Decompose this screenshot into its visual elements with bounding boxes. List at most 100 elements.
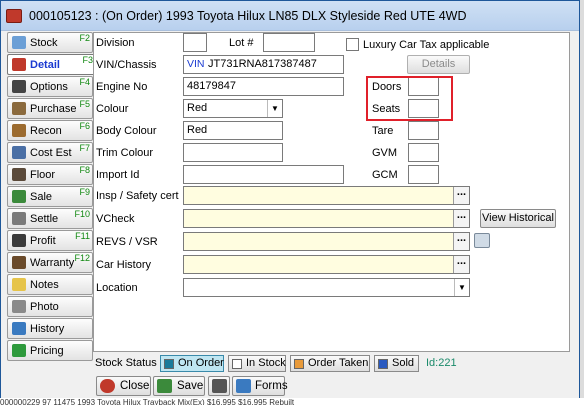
on-order-swatch [164,359,174,369]
ellipsis-button[interactable]: ... [453,233,469,250]
stock-window: 000105123 : (On Order) 1993 Toyota Hilux… [0,0,580,401]
title-bar[interactable]: 000105123 : (On Order) 1993 Toyota Hilux… [1,1,579,31]
chevron-down-icon: ▼ [454,279,469,296]
nav-cost-est[interactable]: Cost Est F7 [7,142,93,163]
division-field[interactable] [183,33,207,52]
view-historical-button[interactable]: View Historical [480,209,556,228]
gvm-field[interactable] [408,143,439,162]
sold-swatch [378,359,388,369]
insp-safety-label: Insp / Safety cert [96,190,179,202]
lot-label: Lot # [229,37,254,49]
status-in-stock[interactable]: In Stock [228,355,286,372]
warranty-icon [12,256,26,269]
purchase-icon [12,102,26,115]
order-taken-swatch [294,359,304,369]
import-id-label: Import Id [96,169,140,181]
close-label: Close [120,380,150,392]
vcheck-label: VCheck [96,213,135,225]
colour-value: Red [187,102,208,114]
trim-colour-label: Trim Colour [96,147,154,159]
nav-detail[interactable]: Detail F3 [7,54,95,75]
nav-floor[interactable]: Floor F8 [7,164,93,185]
vin-label: VIN/Chassis [96,59,157,71]
luxury-tax-checkbox[interactable] [346,38,359,51]
nav-profit[interactable]: Profit F11 [7,230,93,251]
trim-colour-field[interactable] [183,143,283,162]
nav-purchase[interactable]: Purchase F5 [7,98,93,119]
location-select[interactable]: ▼ [183,278,470,297]
stock-status-label: Stock Status [95,357,157,369]
status-on-order[interactable]: On Order [160,355,224,372]
car-history-field[interactable]: ... [183,255,470,274]
order-taken-label: Order Taken [308,357,369,369]
insp-safety-field[interactable]: ... [183,186,470,205]
status-sold[interactable]: Sold [374,355,419,372]
recon-icon [12,124,26,137]
lot-field[interactable] [263,33,315,52]
ellipsis-button[interactable]: ... [453,210,469,227]
cost-est-icon [12,146,26,159]
stock-icon [12,36,26,49]
car-history-label: Car History [96,259,152,271]
window-title: 000105123 : (On Order) 1993 Toyota Hilux… [29,9,467,23]
settle-icon [12,212,26,225]
revs-vsr-label: REVS / VSR [96,236,158,248]
body-colour-field[interactable]: Red [183,121,283,140]
save-button[interactable]: Save [153,376,205,396]
nav-warranty[interactable]: Warranty F12 [7,252,93,273]
body-colour-label: Body Colour [96,125,157,137]
photo-icon [12,300,26,313]
stock-id: Id:221 [426,357,457,369]
save-label: Save [177,380,204,392]
nav-recon[interactable]: Recon F6 [7,120,93,141]
ellipsis-button[interactable]: ... [453,256,469,273]
nav-photo[interactable]: Photo [7,296,93,317]
nav-notes[interactable]: Notes [7,274,93,295]
on-order-label: On Order [178,357,224,369]
in-stock-swatch [232,359,242,369]
nav-history[interactable]: History [7,318,93,339]
gcm-label: GCM [372,169,398,181]
notes-icon [12,278,26,291]
colour-label: Colour [96,103,129,115]
sale-icon [12,190,26,203]
tare-field[interactable] [408,121,439,140]
print-button[interactable] [208,376,230,396]
ellipsis-button[interactable]: ... [453,187,469,204]
forms-button[interactable]: Forms [232,376,288,396]
tare-label: Tare [372,125,394,137]
forms-label: Forms [255,380,288,392]
vin-field[interactable]: VIN JT731RNA817387487 [183,55,344,74]
location-label: Location [96,282,138,294]
division-label: Division [96,37,135,49]
nav-settle[interactable]: Settle F10 [7,208,93,229]
details-button[interactable]: Details [407,55,470,74]
nav-stock[interactable]: Stock F2 [7,32,93,53]
in-stock-label: In Stock [246,357,286,369]
vin-prefix: VIN [187,58,205,70]
sold-label: Sold [392,357,415,369]
status-order-taken[interactable]: Order Taken [290,355,370,372]
floor-icon [12,168,26,181]
gcm-field[interactable] [408,165,439,184]
history-icon [12,322,26,335]
profit-icon [12,234,26,247]
background-scrollbar[interactable] [580,0,584,405]
engine-no-label: Engine No [96,81,148,93]
engine-no-field[interactable]: 48179847 [183,77,344,96]
colour-select[interactable]: Red ▼ [183,99,283,118]
import-id-field[interactable] [183,165,344,184]
detail-icon [12,58,26,71]
vcheck-field[interactable]: ... [183,209,470,228]
close-button[interactable]: Close [96,376,151,396]
nav-options[interactable]: Options F4 [7,76,93,97]
revs-action-icon[interactable] [474,233,490,248]
highlight-box [366,76,453,121]
vin-value: JT731RNA817387487 [208,58,317,70]
revs-vsr-field[interactable]: ... [183,232,470,251]
nav-pricing[interactable]: Pricing [7,340,93,361]
nav-sale[interactable]: Sale F9 [7,186,93,207]
close-icon [100,379,115,393]
gvm-label: GVM [372,147,398,159]
background-list-row: 000000229 97 11475 1993 Toyota Hilux Tra… [0,398,584,405]
